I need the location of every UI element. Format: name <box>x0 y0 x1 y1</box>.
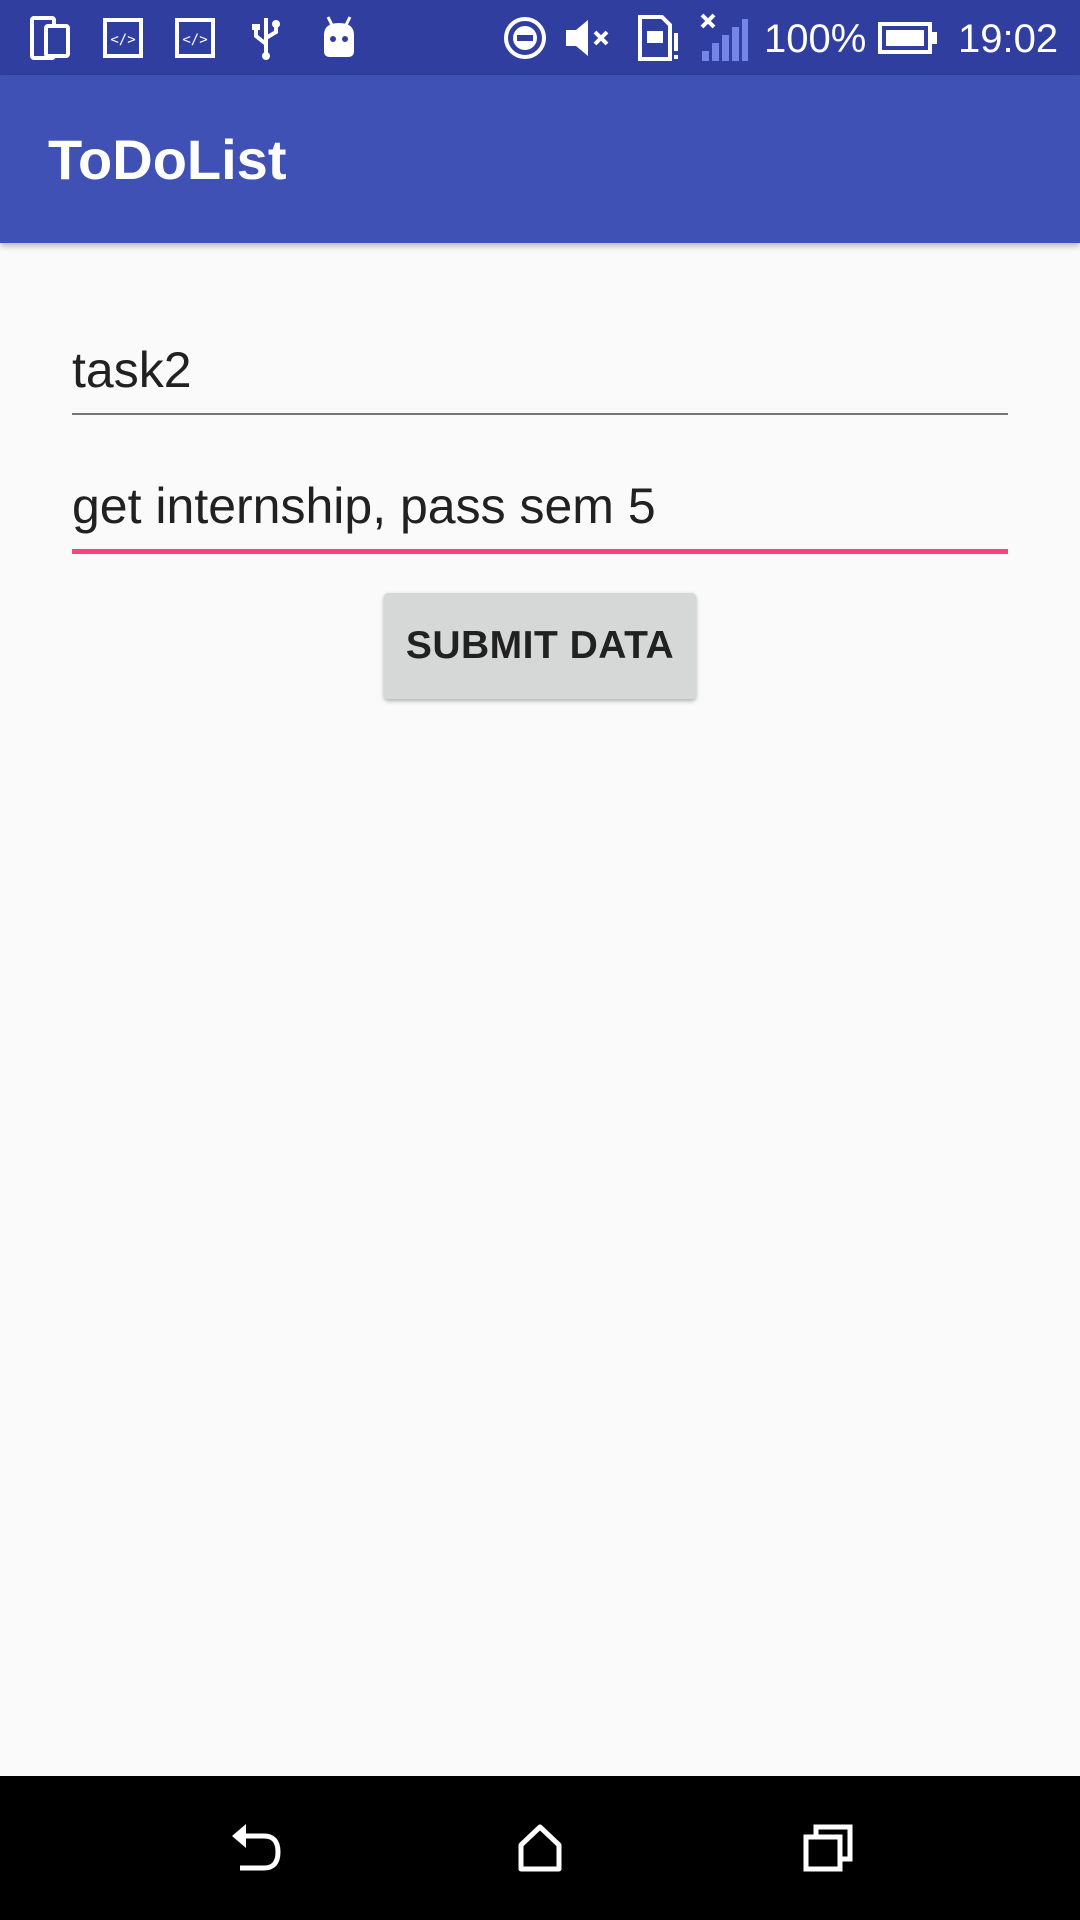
task-name-field[interactable] <box>72 328 1008 418</box>
usb-icon <box>246 14 286 62</box>
recents-icon[interactable] <box>792 1812 864 1884</box>
signal-no-data-icon <box>698 13 750 62</box>
code-icon: </> <box>102 14 144 62</box>
submit-data-button[interactable]: SUBMIT DATA <box>384 593 696 699</box>
task-description-underline <box>72 549 1008 554</box>
battery-percent: 100% <box>764 17 867 61</box>
task-description-input[interactable] <box>72 464 1008 548</box>
svg-text:</>: </> <box>110 32 135 48</box>
clock: 19:02 <box>958 17 1059 61</box>
task-name-input[interactable] <box>72 328 1008 412</box>
svg-text:</>: </> <box>182 32 207 48</box>
sim-alert-icon <box>636 14 682 62</box>
do-not-disturb-icon <box>502 14 548 62</box>
code-icon: </> <box>174 14 216 62</box>
status-bar: </> </> 100% 19:02 <box>0 0 1080 75</box>
task-name-underline <box>72 413 1008 415</box>
battery-icon <box>878 14 938 62</box>
navigation-bar <box>0 1776 1080 1920</box>
volume-muted-icon <box>562 14 614 62</box>
back-icon[interactable] <box>218 1812 290 1884</box>
app-title: ToDoList <box>48 128 287 191</box>
android-icon <box>318 14 360 62</box>
task-description-field[interactable] <box>72 464 1008 554</box>
device-icon <box>28 14 72 62</box>
app-bar: ToDoList <box>0 75 1080 243</box>
home-icon[interactable] <box>504 1812 576 1884</box>
